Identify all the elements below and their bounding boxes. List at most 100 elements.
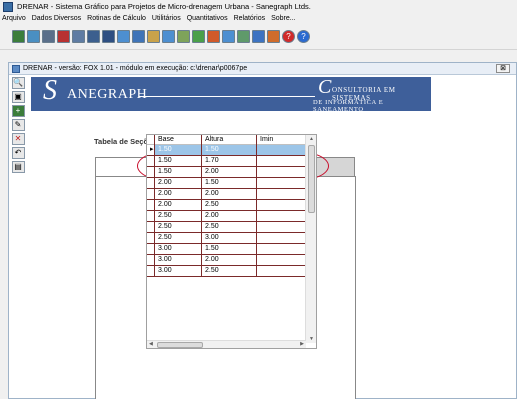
table-cell[interactable]: 2.00 <box>202 167 257 177</box>
network-icon[interactable] <box>207 30 220 43</box>
row-selector[interactable]: ▸ <box>147 145 155 155</box>
table-cell[interactable]: 2.50 <box>155 222 202 232</box>
row-selector[interactable] <box>147 222 155 232</box>
column-header[interactable]: Imin <box>257 135 306 145</box>
column-header[interactable]: Base <box>155 135 202 145</box>
save-icon[interactable]: ▣ <box>11 91 25 103</box>
document-icon[interactable] <box>162 30 175 43</box>
table-row[interactable]: 3.00 2.50 <box>147 266 316 277</box>
table-row[interactable]: 2.50 2.50 <box>147 222 316 233</box>
row-selector[interactable] <box>147 255 155 265</box>
table-cell[interactable] <box>257 156 306 166</box>
save-icon[interactable] <box>27 30 40 43</box>
table-cell[interactable]: 1.70 <box>202 156 257 166</box>
grid-icon[interactable] <box>117 30 130 43</box>
table-cell[interactable] <box>257 255 306 265</box>
help-icon[interactable]: ? <box>282 30 295 43</box>
table-cell[interactable]: 1.50 <box>155 167 202 177</box>
menu-relatorios[interactable]: Relatórios <box>234 15 266 22</box>
table-cell[interactable]: 2.00 <box>202 255 257 265</box>
table-cell[interactable]: 2.00 <box>155 189 202 199</box>
table-cell[interactable]: 2.50 <box>155 233 202 243</box>
table-row[interactable]: 2.50 2.00 <box>147 211 316 222</box>
edit-icon[interactable] <box>57 30 70 43</box>
table-cell[interactable] <box>257 233 306 243</box>
menu-quantitativos[interactable]: Quantitativos <box>187 15 228 22</box>
image-icon[interactable] <box>192 30 205 43</box>
menu-utilitarios[interactable]: Utilitários <box>152 15 181 22</box>
document-icon[interactable] <box>252 30 265 43</box>
sections-table[interactable]: Base Altura Imin ▸ 1.50 1.50 1.50 1.70 1.50 2.… <box>146 134 317 349</box>
table-row[interactable]: 2.00 2.50 <box>147 200 316 211</box>
table-icon[interactable] <box>72 30 85 43</box>
scroll-left-icon[interactable]: ◀ <box>149 341 153 347</box>
table-row[interactable]: 3.00 2.00 <box>147 255 316 266</box>
table-cell[interactable]: 2.50 <box>155 211 202 221</box>
scroll-up-icon[interactable]: ▲ <box>309 136 314 142</box>
table-cell[interactable]: 1.50 <box>155 156 202 166</box>
calculator-icon[interactable] <box>237 30 250 43</box>
table-cell[interactable]: 1.50 <box>202 244 257 254</box>
row-selector[interactable] <box>147 244 155 254</box>
table-row[interactable]: 1.50 1.70 <box>147 156 316 167</box>
table-cell[interactable]: 2.00 <box>155 200 202 210</box>
image-icon[interactable] <box>267 30 280 43</box>
table-cell[interactable] <box>257 244 306 254</box>
menu-arquivo[interactable]: Arquivo <box>2 15 26 22</box>
document-icon[interactable]: ▤ <box>11 161 25 173</box>
refresh-icon[interactable] <box>177 30 190 43</box>
table-cell[interactable]: 1.50 <box>202 145 257 155</box>
table-cell[interactable]: 2.50 <box>202 222 257 232</box>
table-cell[interactable]: 3.00 <box>155 266 202 276</box>
table-cell[interactable]: 2.50 <box>202 200 257 210</box>
edit-icon[interactable]: ✎ <box>11 119 25 131</box>
table-row[interactable]: 2.00 1.50 <box>147 178 316 189</box>
row-selector[interactable] <box>147 167 155 177</box>
scroll-down-icon[interactable]: ▼ <box>309 336 314 342</box>
menu-dados-diversos[interactable]: Dados Diversos <box>32 15 81 22</box>
table-row[interactable]: 2.00 2.00 <box>147 189 316 200</box>
row-selector[interactable] <box>147 156 155 166</box>
close-button[interactable]: ⊠ <box>496 64 510 73</box>
table-cell[interactable]: 2.00 <box>202 189 257 199</box>
table-cell[interactable]: 2.00 <box>155 178 202 188</box>
row-selector[interactable] <box>147 233 155 243</box>
table-cell[interactable] <box>257 266 306 276</box>
undo-icon[interactable]: ↶ <box>11 147 25 159</box>
scroll-thumb[interactable] <box>308 145 315 213</box>
table-row[interactable]: 1.50 2.00 <box>147 167 316 178</box>
table-cell[interactable] <box>257 178 306 188</box>
print-icon[interactable] <box>42 30 55 43</box>
vertical-scrollbar[interactable]: ▲ ▼ <box>305 135 316 343</box>
table-cell[interactable]: 1.50 <box>202 178 257 188</box>
row-selector[interactable] <box>147 178 155 188</box>
row-selector[interactable] <box>147 211 155 221</box>
row-selector[interactable] <box>147 266 155 276</box>
table-cell[interactable]: 3.00 <box>155 255 202 265</box>
table-cell[interactable] <box>257 167 306 177</box>
scroll-right-icon[interactable]: ▶ <box>300 341 304 347</box>
search-icon[interactable]: 🔍 <box>11 77 25 89</box>
column-header[interactable]: Altura <box>202 135 257 145</box>
row-selector[interactable] <box>147 200 155 210</box>
table-cell[interactable] <box>257 211 306 221</box>
table-cell[interactable] <box>257 189 306 199</box>
table-cell[interactable]: 3.00 <box>155 244 202 254</box>
scroll-thumb[interactable] <box>157 342 203 348</box>
table-cell[interactable]: 3.00 <box>202 233 257 243</box>
table-cell[interactable] <box>257 222 306 232</box>
delete-icon[interactable]: ✕ <box>11 133 25 145</box>
horizontal-scrollbar[interactable]: ◀ ▶ <box>147 340 306 348</box>
menu-rotinas-de-calculo[interactable]: Rotinas de Cálculo <box>87 15 146 22</box>
chart-icon[interactable] <box>132 30 145 43</box>
table-row[interactable]: 3.00 1.50 <box>147 244 316 255</box>
layout-icon[interactable] <box>222 30 235 43</box>
window-icon[interactable] <box>102 30 115 43</box>
image-icon[interactable] <box>87 30 100 43</box>
add-icon[interactable]: + <box>11 105 25 117</box>
list-icon[interactable] <box>147 30 160 43</box>
table-row[interactable]: 2.50 3.00 <box>147 233 316 244</box>
row-selector[interactable] <box>147 189 155 199</box>
info-icon[interactable]: ? <box>297 30 310 43</box>
table-row[interactable]: ▸ 1.50 1.50 <box>147 145 316 156</box>
